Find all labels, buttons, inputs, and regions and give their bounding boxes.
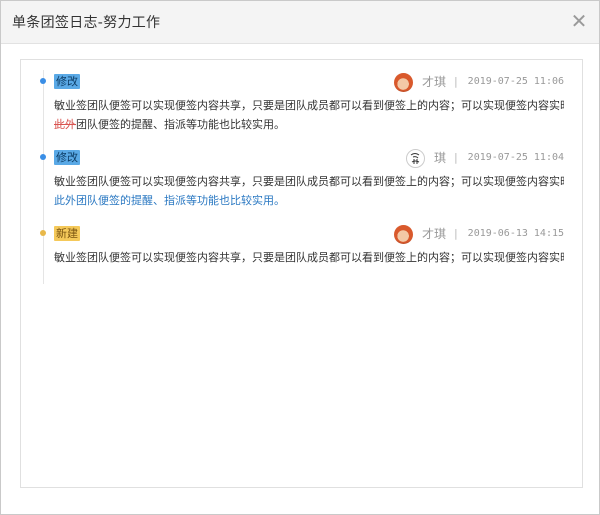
content-line: 敏业签团队便签可以实现便签内容共享，只要是团队成员都可以看到便签上的内容；可以实… <box>54 175 564 188</box>
timestamp: 2019-06-13 14:15 <box>467 228 564 239</box>
deleted-text: 此外 <box>54 118 76 131</box>
author-name: 才琪 <box>421 227 446 241</box>
content-line: 此外团队便签的提醒、指派等功能也比较实用。 <box>54 115 564 134</box>
log-panel: 修改 才琪 | 2019-07-25 11:06 敏业签团队便签可以实现便签内容… <box>20 59 583 488</box>
timeline-line <box>43 70 44 284</box>
dialog-header: 单条团签日志-努力工作 ✕ <box>1 1 599 44</box>
content-line: 敏业签团队便签可以实现便签内容共享，只要是团队成员都可以看到便签上的内容；可以实… <box>54 99 564 112</box>
timeline-dot <box>40 230 46 236</box>
timestamp: 2019-07-25 11:06 <box>467 76 564 87</box>
separator: | <box>453 151 458 164</box>
log-dialog: 单条团签日志-努力工作 ✕ 修改 才琪 | 2019-07-25 11:06 敏… <box>0 0 600 515</box>
entry-meta: 才琪 | 2019-07-25 11:06 <box>393 72 564 92</box>
separator: | <box>453 227 458 240</box>
timestamp: 2019-07-25 11:04 <box>467 152 564 163</box>
timeline-dot <box>40 78 46 84</box>
avatar <box>393 72 413 92</box>
entry-meta: 琪 | 2019-07-25 11:04 <box>405 148 564 168</box>
entry-content: 敏业签团队便签可以实现便签内容共享，只要是团队成员都可以看到便签上的内容；可以实… <box>54 96 564 134</box>
separator: | <box>453 75 458 88</box>
edit-tag: 修改 <box>54 150 80 165</box>
avatar <box>393 224 413 244</box>
added-text: 此外团队便签的提醒、指派等功能也比较实用。 <box>54 194 285 207</box>
dialog-title: 单条团签日志-努力工作 <box>12 15 161 31</box>
edit-tag: 修改 <box>54 74 80 89</box>
content-text: 团队便签的提醒、指派等功能也比较实用。 <box>76 118 285 131</box>
entry-content: 敏业签团队便签可以实现便签内容共享，只要是团队成员都可以看到便签上的内容；可以实… <box>54 172 564 210</box>
avatar <box>405 148 425 168</box>
content-line: 敏业签团队便签可以实现便签内容共享，只要是团队成员都可以看到便签上的内容；可以实… <box>54 251 564 264</box>
new-tag: 新建 <box>54 226 80 241</box>
timeline-dot <box>40 154 46 160</box>
author-name: 琪 <box>433 151 446 165</box>
entry-meta: 才琪 | 2019-06-13 14:15 <box>393 224 564 244</box>
author-name: 才琪 <box>421 75 446 89</box>
close-icon[interactable]: ✕ <box>570 11 588 31</box>
entry-content: 敏业签团队便签可以实现便签内容共享，只要是团队成员都可以看到便签上的内容；可以实… <box>54 248 564 267</box>
